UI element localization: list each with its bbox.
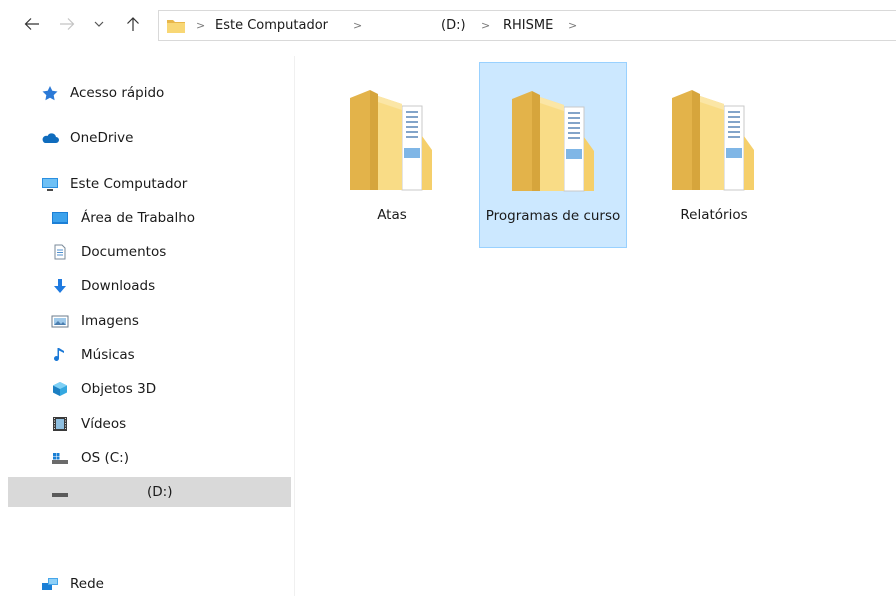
folder-icon	[350, 90, 432, 191]
desktop-icon	[52, 212, 68, 224]
sidebar-item-label: Este Computador	[70, 176, 188, 192]
folder-label: Programas de curso	[485, 208, 621, 224]
arrow-left-icon	[24, 18, 39, 30]
image-icon	[51, 315, 69, 328]
video-icon	[53, 417, 67, 431]
sidebar-item-acesso-rapido[interactable]: Acesso rápido	[0, 78, 290, 108]
breadcrumb-separator[interactable]: >	[568, 17, 577, 35]
sidebar-item-musicas[interactable]: Músicas	[0, 340, 290, 370]
sidebar-item-label: Imagens	[81, 313, 139, 329]
sidebar-item-label: Rede	[70, 576, 104, 592]
breadcrumb-rhisme[interactable]: RHISME	[503, 17, 553, 35]
drive-icon	[52, 493, 68, 497]
drive-icon	[52, 453, 68, 464]
folder-label: Atas	[377, 207, 407, 223]
folder-item-relatorios[interactable]: Relatórios	[640, 62, 788, 248]
folder-item-programas-de-curso[interactable]: Programas de curso	[479, 62, 627, 248]
sidebar-item-label: Área de Trabalho	[81, 210, 196, 226]
sidebar-item-downloads[interactable]: Downloads	[0, 271, 290, 301]
sidebar-item-documentos[interactable]: Documentos	[0, 237, 290, 267]
cube-icon	[53, 382, 67, 396]
breadcrumb-drive-d[interactable]: (D:)	[441, 17, 466, 35]
forward-button[interactable]	[56, 13, 78, 35]
breadcrumb-separator[interactable]: >	[481, 17, 490, 35]
download-icon	[54, 279, 66, 293]
sidebar-item-label: Downloads	[81, 278, 156, 294]
folder-label: Relatórios	[680, 207, 748, 223]
sidebar-item-este-computador[interactable]: Este Computador	[0, 169, 290, 199]
sidebar-item-label: Documentos	[81, 244, 167, 260]
sidebar-item-label: OS (C:)	[81, 450, 129, 466]
sidebar-item-drive-d[interactable]: (D:)	[8, 477, 291, 507]
sidebar-item-os-c[interactable]: OS (C:)	[0, 443, 290, 473]
breadcrumb-separator[interactable]: >	[196, 17, 205, 35]
sidebar-item-objetos-3d[interactable]: Objetos 3D	[0, 374, 290, 404]
file-list[interactable]: Atas Programas de curso Relatórios	[296, 56, 896, 596]
star-icon	[42, 86, 58, 101]
arrow-up-icon	[127, 17, 139, 31]
breadcrumb-este-computador[interactable]: Este Computador	[215, 17, 328, 35]
navigation-pane: Acesso rápido OneDrive Este Computador Á…	[0, 56, 295, 596]
network-icon	[42, 578, 58, 590]
sidebar-item-imagens[interactable]: Imagens	[0, 306, 290, 336]
folder-icon	[167, 20, 185, 33]
folder-icon	[512, 91, 594, 192]
sidebar-item-label: OneDrive	[70, 130, 134, 146]
sidebar-item-label: Vídeos	[81, 416, 127, 432]
address-bar[interactable]: > Este Computador > (D:) > RHISME >	[158, 10, 896, 41]
document-icon	[54, 244, 66, 260]
music-icon	[54, 348, 64, 361]
up-button[interactable]	[122, 13, 144, 35]
navigation-bar: > Este Computador > (D:) > RHISME >	[0, 0, 896, 56]
sidebar-item-label: Acesso rápido	[70, 85, 165, 101]
recent-locations-button[interactable]	[88, 13, 110, 35]
sidebar-item-rede[interactable]: Rede	[0, 569, 290, 599]
sidebar-item-label: Músicas	[81, 347, 135, 363]
folder-item-atas[interactable]: Atas	[318, 62, 466, 248]
sidebar-item-onedrive[interactable]: OneDrive	[0, 123, 290, 153]
chevron-down-icon	[94, 21, 104, 27]
folder-icon	[672, 90, 754, 191]
sidebar-item-area-de-trabalho[interactable]: Área de Trabalho	[0, 203, 290, 233]
computer-icon	[42, 178, 58, 191]
arrow-right-icon	[60, 18, 75, 30]
back-button[interactable]	[21, 13, 43, 35]
sidebar-item-label: Objetos 3D	[81, 381, 157, 397]
breadcrumb-separator[interactable]: >	[353, 17, 362, 35]
sidebar-item-label: (D:)	[147, 484, 173, 500]
cloud-icon	[42, 133, 59, 143]
sidebar-item-videos[interactable]: Vídeos	[0, 409, 290, 439]
